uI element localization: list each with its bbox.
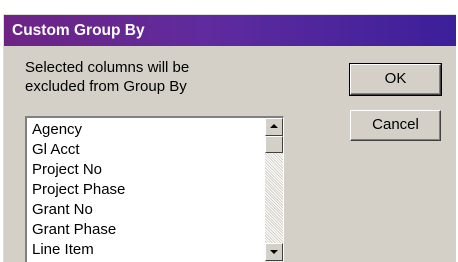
vertical-scrollbar[interactable] xyxy=(265,118,283,262)
cancel-button[interactable]: Cancel xyxy=(350,110,441,141)
list-item-grant-phase[interactable]: Grant Phase xyxy=(29,220,264,240)
columns-listbox[interactable]: Agency Gl Acct Project No Project Phase … xyxy=(25,116,284,262)
list-items: Agency Gl Acct Project No Project Phase … xyxy=(29,120,264,260)
list-item-project-no[interactable]: Project No xyxy=(29,160,264,180)
list-item-grant-no[interactable]: Grant No xyxy=(29,200,264,220)
scroll-down-button[interactable] xyxy=(265,243,283,261)
description-line-2: excluded from Group By xyxy=(25,78,187,95)
list-item-line-item[interactable]: Line Item xyxy=(29,240,264,260)
list-item-agency[interactable]: Agency xyxy=(29,120,264,140)
list-item-gl-acct[interactable]: Gl Acct xyxy=(29,140,264,160)
list-item-project-phase[interactable]: Project Phase xyxy=(29,180,264,200)
arrow-up-icon xyxy=(270,124,278,128)
custom-group-by-dialog: Custom Group By Selected columns will be… xyxy=(3,14,456,262)
scroll-up-button[interactable] xyxy=(265,118,283,136)
description-text: Selected columns will be excluded from G… xyxy=(25,58,275,96)
dialog-title: Custom Group By xyxy=(4,15,456,46)
ok-button[interactable]: OK xyxy=(349,63,442,96)
arrow-down-icon xyxy=(270,250,278,254)
scrollbar-thumb[interactable] xyxy=(265,136,283,153)
description-line-1: Selected columns will be xyxy=(25,59,190,76)
